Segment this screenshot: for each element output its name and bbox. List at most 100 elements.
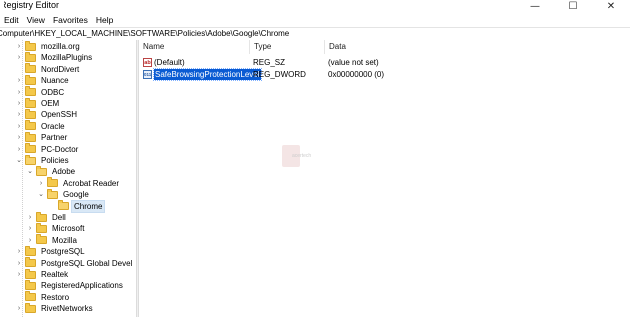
folder-icon [25,131,36,142]
column-header-name[interactable]: Name [139,40,250,54]
tree-item-label: Mozilla [52,235,77,245]
tree-item[interactable]: › Partner [15,131,69,143]
folder-icon [25,154,36,165]
column-header-type[interactable]: Type [250,40,325,54]
value-name: (Default) [154,58,185,67]
tree-item-label: Oracle [41,121,65,131]
folder-icon [25,51,36,62]
value-data: (value not set) [328,58,379,67]
column-header-data[interactable]: Data [325,40,445,54]
watermark-text: acertech [292,153,312,159]
tree-item-label: ODBC [41,87,65,97]
chevron-right-icon[interactable]: › [15,41,23,52]
no-expander [15,292,23,303]
chevron-right-icon[interactable]: › [15,144,23,155]
no-expander [15,64,23,75]
folder-icon [25,108,36,119]
chevron-right-icon[interactable]: › [37,178,45,189]
maximize-button[interactable]: ☐ [554,0,592,13]
tree-item[interactable]: Restoro [15,291,71,303]
tree-item[interactable]: Chrome [48,199,106,213]
tree-item[interactable]: › OEM [15,97,61,109]
address-bar[interactable]: Computer\HKEY_LOCAL_MACHINE\SOFTWARE\Pol… [0,27,630,41]
tree-item[interactable]: › PC-Doctor [15,143,80,155]
string-value-icon: ab [143,58,152,67]
tree-item[interactable]: › PostgreSQL [15,245,87,257]
tree-item[interactable]: › Acrobat Reader [37,177,121,189]
folder-icon [25,120,36,131]
chevron-down-icon[interactable]: ⌄ [37,189,45,200]
window-title: Registry Editor [0,0,60,10]
tree-item[interactable]: › Mozilla [26,234,79,246]
tree-item-label: RegisteredApplications [41,281,123,291]
values-pane[interactable]: Name Type Data ab (Default) REG_SZ (value n… [139,40,630,317]
chevron-right-icon[interactable]: › [26,223,34,234]
chevron-right-icon[interactable]: › [15,109,23,120]
tree-item-label: OEM [41,99,60,108]
tree-item[interactable]: › PostgreSQL Global Devel [15,257,134,269]
tree-item[interactable]: ⌄ Adobe [26,165,77,177]
value-row[interactable]: 011 SafeBrowsingProtectionLevel REG_DWORD 0… [139,68,630,81]
tree-item-label: NordDivert [41,64,80,74]
tree-item[interactable]: ⌄ Policies [15,154,71,166]
chevron-right-icon[interactable]: › [15,98,23,109]
folder-icon [25,302,36,313]
tree-item[interactable]: › mozilla.org [15,40,82,52]
key-tree-pane[interactable]: › mozilla.org › MozillaPlugins NordDivert › Nu… [0,40,136,317]
chevron-right-icon[interactable]: › [26,235,34,246]
tree-item-label: Restoro [41,292,70,302]
close-button[interactable]: ✕ [592,0,630,13]
chevron-down-icon[interactable]: ⌄ [15,155,23,166]
tree-item[interactable]: › ODBC [15,86,66,98]
chevron-right-icon[interactable]: › [15,258,23,269]
tree-item[interactable]: › OpenSSH [15,108,79,120]
tree-item-label: Dell [52,213,66,222]
folder-icon [25,74,36,85]
value-type: REG_SZ [253,58,286,67]
menu-help[interactable]: Help [91,13,116,27]
value-data: 0x00000000 (0) [328,70,385,79]
chevron-down-icon[interactable]: ⌄ [26,166,34,177]
tree-item[interactable]: › RivetNetworks [15,302,95,314]
folder-icon [25,257,36,268]
folder-icon [25,279,36,290]
tree-item[interactable]: › Microsoft [26,222,86,234]
menu-view[interactable]: View [22,13,48,27]
tree-item-label: PostgreSQL [41,247,85,257]
chevron-right-icon[interactable]: › [15,269,23,280]
tree-item[interactable]: ⌄ Google [37,188,91,200]
watermark: acertech [282,137,328,175]
tree-item-label: Realtek [41,270,69,279]
menu-favorites[interactable]: Favorites [48,13,91,27]
value-row[interactable]: ab (Default) REG_SZ (value not set) [139,57,630,68]
folder-icon [25,143,36,154]
chevron-right-icon[interactable]: › [26,212,34,223]
chevron-right-icon[interactable]: › [15,132,23,143]
tree-item-label: Chrome [70,199,106,213]
tree-item-label: Policies [41,156,69,165]
tree-item[interactable]: › Nuance [15,74,71,86]
tree-item-label: RivetNetworks [41,304,93,314]
chevron-right-icon[interactable]: › [15,52,23,63]
tree-item-label: mozilla.org [41,42,80,51]
chevron-right-icon[interactable]: › [15,303,23,314]
folder-icon [36,222,47,233]
chevron-right-icon[interactable]: › [15,87,23,98]
tree-item-label: Microsoft [52,224,85,234]
tree-item-label: Adobe [52,167,76,177]
chevron-right-icon[interactable]: › [15,121,23,132]
tree-item[interactable]: NordDivert [15,63,81,75]
no-expander [15,280,23,291]
tree-item[interactable]: RegisteredApplications [15,279,125,291]
chevron-right-icon[interactable]: › [15,246,23,257]
chevron-right-icon[interactable]: › [15,75,23,86]
folder-icon [25,268,36,279]
tree-item[interactable]: › Dell [26,211,68,223]
folder-icon [25,245,36,256]
minimize-button[interactable]: — [516,0,554,13]
folder-icon [25,40,36,51]
tree-item[interactable]: › Oracle [15,120,67,132]
tree-item[interactable]: › MozillaPlugins [15,51,94,63]
tree-item[interactable]: › Realtek [15,268,70,280]
menu-edit[interactable]: Edit [0,13,22,27]
